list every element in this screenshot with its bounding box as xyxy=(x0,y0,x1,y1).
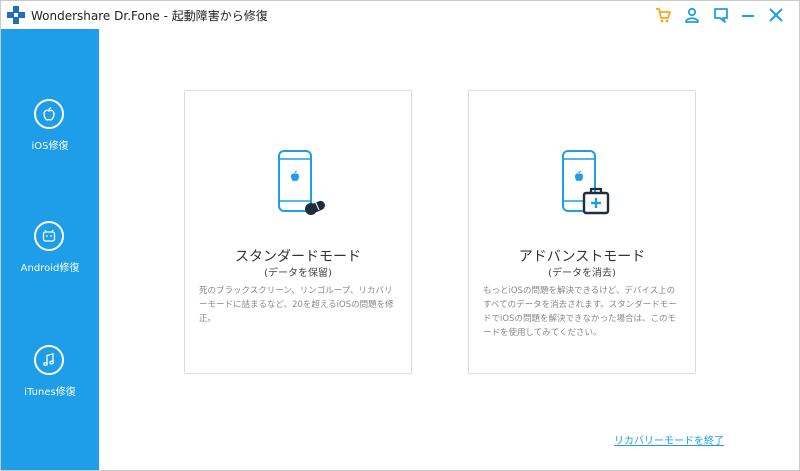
android-icon xyxy=(34,221,64,251)
sidebar-item-itunes-repair[interactable]: iTunes修復 xyxy=(1,345,99,415)
standard-mode-card[interactable]: スタンダードモード (データを保留) 死のブラックスクリーン、リンゴループ、リカ… xyxy=(184,90,412,374)
sidebar-item-label: iTunes修復 xyxy=(24,387,76,398)
advanced-mode-card[interactable]: アドバンストモード (データを消去) もっとiOSの問題を解決できるけど、デバイ… xyxy=(468,90,696,374)
main-content: スタンダードモード (データを保留) 死のブラックスクリーン、リンゴループ、リカ… xyxy=(99,29,799,470)
close-icon xyxy=(769,8,783,22)
music-note-icon xyxy=(34,345,64,375)
minimize-button[interactable] xyxy=(738,5,758,25)
card-title: スタンダードモード xyxy=(235,249,361,265)
phone-with-medkit-icon xyxy=(562,150,610,215)
title-bar: Wondershare Dr.Fone - 起動障害から修復 xyxy=(1,1,799,29)
sidebar: iOS修復 Android修復 iTunes修復 xyxy=(1,29,99,470)
card-description: 死のブラックスクリーン、リンゴループ、リカバリーモードに詰まるなど、20を超える… xyxy=(199,286,394,324)
app-window: Wondershare Dr.Fone - 起動障害から修復 iOS修復 And… xyxy=(0,0,800,471)
drfone-logo-icon xyxy=(7,6,25,24)
window-title: Wondershare Dr.Fone - 起動障害から修復 xyxy=(31,9,268,23)
close-button[interactable] xyxy=(766,5,786,25)
card-subtitle: (データを保留) xyxy=(264,268,332,279)
cart-button[interactable] xyxy=(653,5,673,25)
phone-with-pills-icon xyxy=(278,150,325,215)
sidebar-item-android-repair[interactable]: Android修復 xyxy=(1,221,99,291)
sidebar-item-label: Android修復 xyxy=(20,263,80,274)
feedback-icon xyxy=(714,8,728,23)
card-description: もっとiOSの問題を解決できるけど、デバイス上のすべてのデータを消去されます。ス… xyxy=(483,286,677,338)
user-icon xyxy=(685,7,699,23)
exit-recovery-mode-link[interactable]: リカバリーモードを終了 xyxy=(614,432,724,447)
minimize-icon xyxy=(742,15,754,17)
cart-icon xyxy=(656,8,671,23)
sidebar-item-ios-repair[interactable]: iOS修復 xyxy=(1,99,99,169)
card-title: アドバンストモード xyxy=(518,249,646,265)
sidebar-item-label: iOS修復 xyxy=(31,141,69,152)
card-subtitle: (データを消去) xyxy=(548,268,616,279)
feedback-button[interactable] xyxy=(711,5,731,25)
apple-icon xyxy=(34,99,64,129)
account-button[interactable] xyxy=(682,5,702,25)
